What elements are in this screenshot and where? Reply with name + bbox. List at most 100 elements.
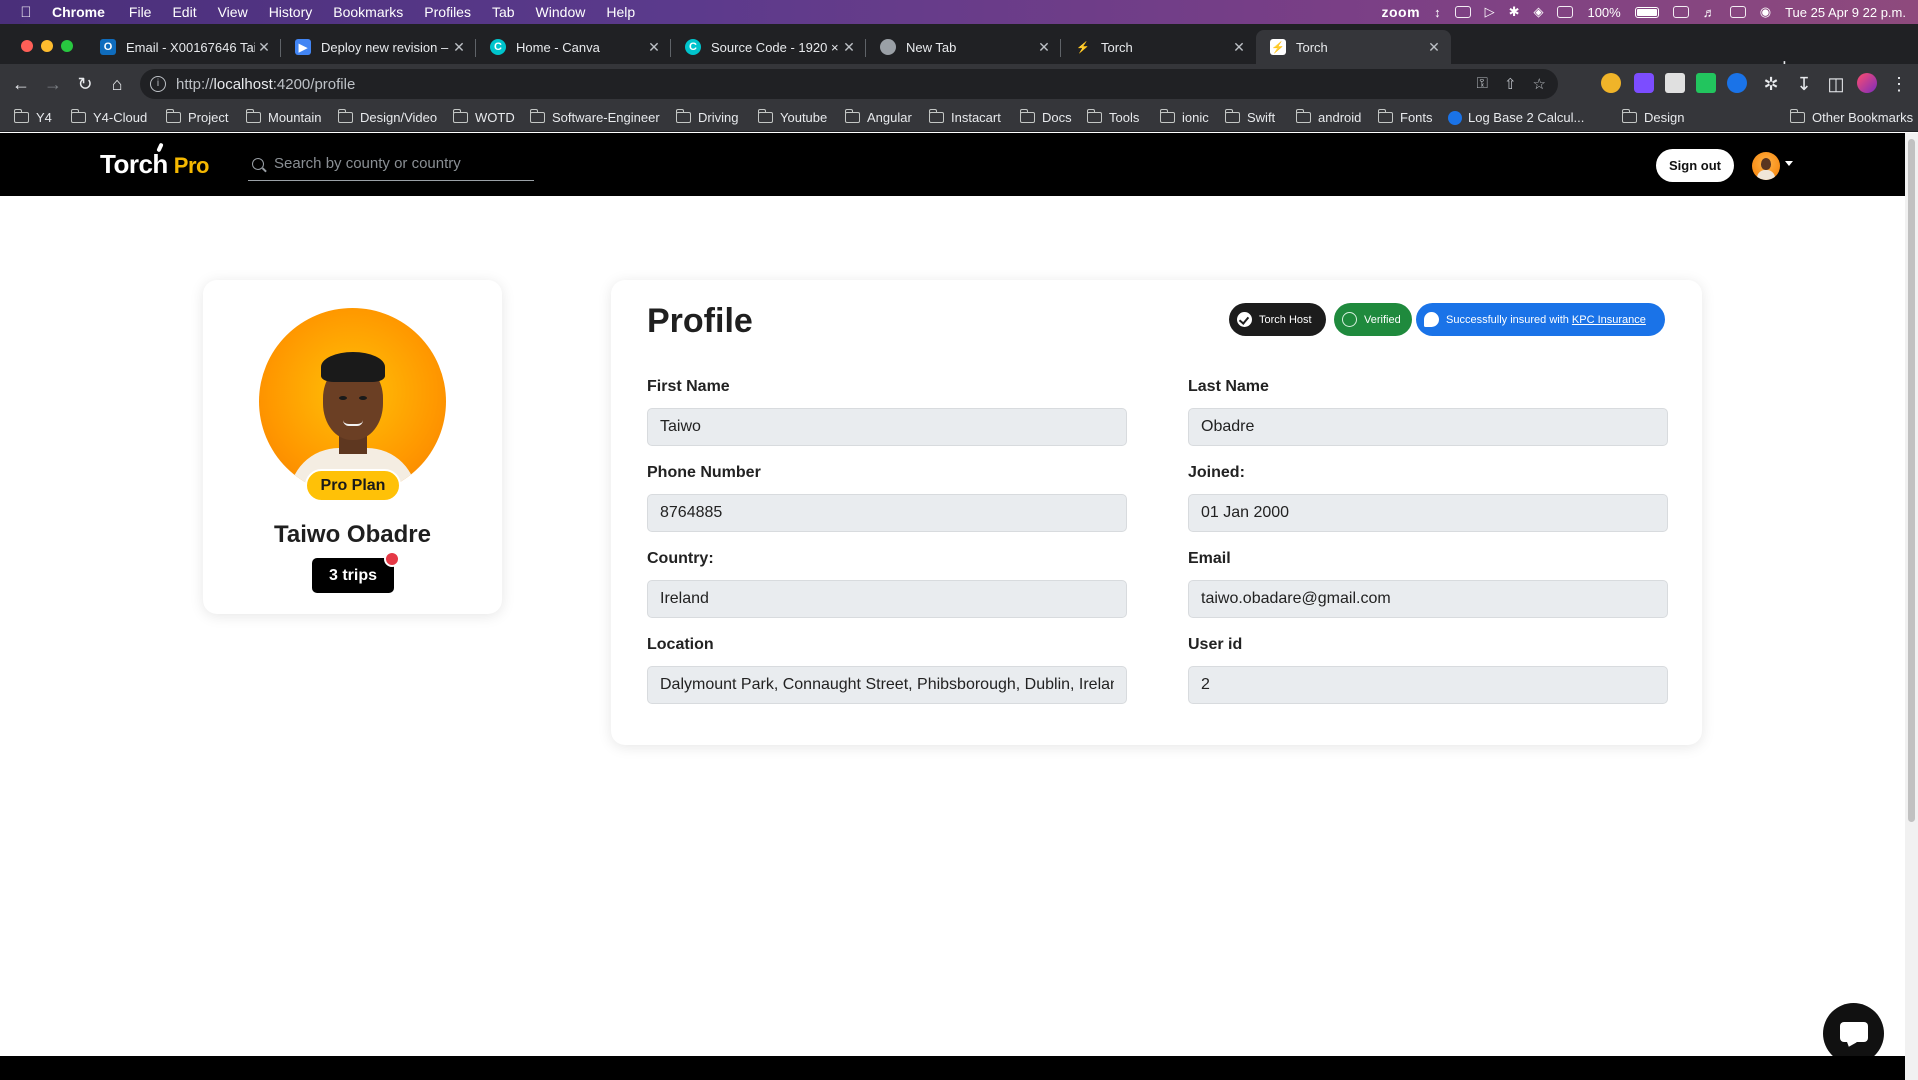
- download-icon[interactable]: ↧: [1793, 73, 1815, 95]
- share-icon[interactable]: ⇧: [1504, 75, 1517, 93]
- bookmark-ionic[interactable]: ionic: [1159, 109, 1209, 125]
- scrollbar-thumb[interactable]: [1908, 139, 1915, 822]
- tab-canva-home[interactable]: C Home - Canva ✕: [476, 30, 671, 64]
- last-name-field[interactable]: [1188, 408, 1668, 446]
- tab-torch[interactable]: ⚡ Torch ✕: [1061, 30, 1256, 64]
- transfer-icon[interactable]: ↕: [1434, 5, 1441, 20]
- menu-tab[interactable]: Tab: [492, 4, 515, 20]
- tab-cloud-run[interactable]: ▶ Deploy new revision – Cloud Run ✕: [281, 30, 476, 64]
- siri-icon[interactable]: ◉: [1760, 4, 1771, 20]
- caret-down-icon[interactable]: [1785, 161, 1793, 166]
- screen-mirror-icon[interactable]: [1454, 6, 1471, 18]
- bookmark-tools[interactable]: Tools: [1086, 109, 1139, 125]
- bookmark-instacart[interactable]: Instacart: [928, 109, 1001, 125]
- user-avatar[interactable]: [1752, 152, 1780, 180]
- bookmark-y4[interactable]: Y4: [13, 109, 52, 125]
- bookmark-driving[interactable]: Driving: [675, 109, 738, 125]
- tab-close-icon[interactable]: ✕: [1035, 39, 1053, 56]
- menu-file[interactable]: File: [129, 4, 152, 20]
- extension-green-icon[interactable]: [1696, 73, 1716, 93]
- torch-pro-logo[interactable]: Torch Pro: [100, 142, 209, 180]
- bookmark-android[interactable]: android: [1295, 109, 1361, 125]
- bookmark-docs[interactable]: Docs: [1019, 109, 1072, 125]
- tab-torch-active[interactable]: ⚡ Torch ✕: [1256, 30, 1451, 64]
- menubar-clock[interactable]: Tue 25 Apr 9 22 p.m.: [1785, 5, 1906, 20]
- bookmark-design-video[interactable]: Design/Video: [337, 109, 437, 125]
- window-icon[interactable]: [1557, 6, 1574, 18]
- extension-honey-icon[interactable]: [1601, 73, 1621, 93]
- bookmark-mountain[interactable]: Mountain: [245, 109, 321, 125]
- sidepanel-icon[interactable]: ◫: [1825, 73, 1847, 95]
- bookmark-y4-cloud[interactable]: Y4-Cloud: [70, 109, 147, 125]
- bookmark-project[interactable]: Project: [165, 109, 228, 125]
- country-field[interactable]: [647, 580, 1127, 618]
- email-field[interactable]: [1188, 580, 1668, 618]
- folder-icon: [1295, 109, 1311, 123]
- menu-help[interactable]: Help: [606, 4, 635, 20]
- tab-close-icon[interactable]: ✕: [840, 39, 858, 56]
- trips-button[interactable]: 3 trips: [312, 558, 394, 593]
- tab-close-icon[interactable]: ✕: [1425, 39, 1443, 56]
- extension-picture-icon[interactable]: [1665, 73, 1685, 93]
- search-input[interactable]: [274, 155, 524, 172]
- menu-bookmarks[interactable]: Bookmarks: [333, 4, 403, 20]
- joined-field[interactable]: [1188, 494, 1668, 532]
- phone-field[interactable]: [647, 494, 1127, 532]
- tab-close-icon[interactable]: ✕: [255, 39, 273, 56]
- profile-avatar-icon[interactable]: [1857, 73, 1877, 93]
- tab-close-icon[interactable]: ✕: [1230, 39, 1248, 56]
- control-center-icon[interactable]: [1729, 6, 1746, 18]
- bookmark-design[interactable]: Design: [1621, 109, 1684, 125]
- first-name-field[interactable]: [647, 408, 1127, 446]
- display-icon[interactable]: [1672, 6, 1689, 18]
- password-key-icon[interactable]: ⚿: [1477, 75, 1488, 93]
- bookmark-star-icon[interactable]: ☆: [1533, 75, 1546, 93]
- menu-edit[interactable]: Edit: [172, 4, 196, 20]
- menu-window[interactable]: Window: [536, 4, 586, 20]
- bookmark-wotd[interactable]: WOTD: [452, 109, 515, 125]
- home-icon[interactable]: ⌂: [106, 73, 128, 95]
- address-bar[interactable]: i http://localhost:4200/profile ⚿ ⇧ ☆: [140, 69, 1558, 99]
- forward-icon[interactable]: →: [42, 73, 64, 95]
- bookmark-software-engineer[interactable]: Software-Engineer: [529, 109, 660, 125]
- bookmark-swift[interactable]: Swift: [1224, 109, 1275, 125]
- tab-canva-source[interactable]: C Source Code - 1920 × 1080px ✕: [671, 30, 866, 64]
- bookmark-other[interactable]: Other Bookmarks: [1789, 109, 1913, 125]
- window-minimize-button[interactable]: [41, 40, 53, 52]
- tab-close-icon[interactable]: ✕: [450, 39, 468, 56]
- menu-profiles[interactable]: Profiles: [424, 4, 471, 20]
- browser-menu-icon[interactable]: ⋮: [1888, 73, 1910, 95]
- page-scrollbar[interactable]: [1905, 133, 1918, 1080]
- bookmark-angular[interactable]: Angular: [844, 109, 912, 125]
- chat-button[interactable]: [1823, 1003, 1884, 1064]
- address-url[interactable]: http://localhost:4200/profile: [176, 76, 355, 93]
- bookmark-fonts[interactable]: Fonts: [1377, 109, 1433, 125]
- menu-view[interactable]: View: [218, 4, 248, 20]
- tab-close-icon[interactable]: ✕: [645, 39, 663, 56]
- apple-menu-icon[interactable]: : [0, 4, 52, 21]
- reload-icon[interactable]: ↻: [74, 73, 96, 95]
- window-zoom-button[interactable]: [61, 40, 73, 52]
- battery-icon[interactable]: [1634, 6, 1659, 18]
- tab-email[interactable]: O Email - X00167646 Taiwo Obadre ✕: [86, 30, 281, 64]
- bluetooth-icon[interactable]: ✱: [1509, 4, 1520, 20]
- extensions-puzzle-icon[interactable]: ✲: [1760, 73, 1782, 95]
- wifi-icon[interactable]: ◈: [1533, 4, 1543, 20]
- volume-icon[interactable]: ♬: [1703, 5, 1716, 20]
- sign-out-button[interactable]: Sign out: [1656, 149, 1734, 182]
- kpc-insurance-link[interactable]: KPC Insurance: [1572, 314, 1646, 326]
- menu-app-chrome[interactable]: Chrome: [52, 4, 105, 20]
- extension-blue-icon[interactable]: [1727, 73, 1747, 93]
- media-play-icon[interactable]: ▷: [1485, 4, 1495, 20]
- tab-new-tab[interactable]: New Tab ✕: [866, 30, 1061, 64]
- site-info-icon[interactable]: i: [150, 76, 166, 92]
- location-field[interactable]: [647, 666, 1127, 704]
- user-id-field[interactable]: [1188, 666, 1668, 704]
- extension-s-icon[interactable]: [1634, 73, 1654, 93]
- bookmark-youtube[interactable]: Youtube: [757, 109, 827, 125]
- zoom-status[interactable]: zoom: [1382, 4, 1421, 20]
- back-icon[interactable]: ←: [10, 73, 32, 95]
- window-close-button[interactable]: [21, 40, 33, 52]
- bookmark-log-base-2[interactable]: Log Base 2 Calcul...: [1448, 110, 1584, 125]
- menu-history[interactable]: History: [269, 4, 313, 20]
